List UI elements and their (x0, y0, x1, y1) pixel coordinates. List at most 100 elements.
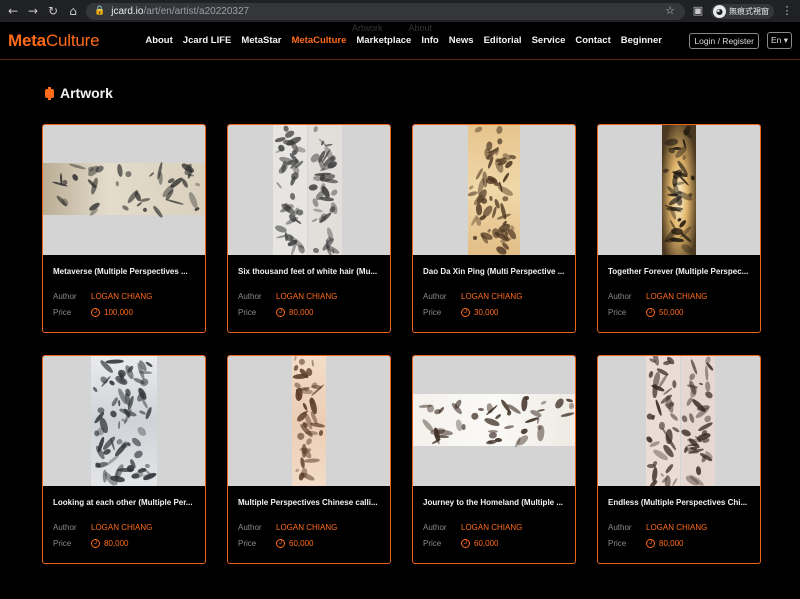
author-name[interactable]: LOGAN CHIANG (461, 523, 522, 532)
artwork-thumbnail[interactable] (43, 356, 205, 486)
artwork-card[interactable]: Metaverse (Multiple Perspectives ... Auth… (42, 124, 206, 333)
author-name[interactable]: LOGAN CHIANG (461, 292, 522, 301)
author-label: Author (423, 523, 447, 532)
artwork-thumbnail[interactable] (228, 356, 390, 486)
artwork-title[interactable]: Together Forever (Multiple Perspec... (608, 267, 750, 276)
language-select[interactable]: En ▾ (766, 32, 792, 49)
artwork-info: Metaverse (Multiple Perspectives ... Auth… (43, 255, 205, 317)
ink-stroke (704, 365, 709, 382)
price-label: Price (608, 539, 627, 548)
menu-item-marketplace[interactable]: Marketplace (356, 35, 411, 46)
back-icon[interactable]: ← (6, 4, 20, 18)
menu-item-metaculture[interactable]: MetaCulture (291, 35, 346, 46)
ink-stroke (680, 428, 693, 439)
ink-stroke (664, 463, 674, 475)
artwork-thumbnail[interactable] (228, 125, 390, 255)
ink-stroke (308, 183, 319, 192)
artwork-title[interactable]: Journey to the Homeland (Multiple ... (423, 498, 565, 507)
author-name[interactable]: LOGAN CHIANG (91, 523, 152, 532)
coin-icon: J (276, 308, 285, 317)
artwork-title[interactable]: Looking at each other (Multiple Per... (53, 498, 195, 507)
artwork-card[interactable]: Dao Da Xin Ping (Multi Perspective ... Au… (412, 124, 576, 333)
author-row: Author LOGAN CHIANG (53, 523, 195, 532)
ink-stroke (666, 192, 679, 196)
artwork-info: Six thousand feet of white hair (Mu... Au… (228, 255, 390, 317)
ink-stroke (187, 191, 199, 209)
artwork-title[interactable]: Metaverse (Multiple Perspectives ... (53, 267, 195, 276)
ink-stroke (305, 437, 314, 446)
ink-stroke (682, 154, 687, 160)
menu-item-beginner[interactable]: Beginner (621, 35, 662, 46)
menu-item-metastar[interactable]: MetaStar (241, 35, 281, 46)
bookmark-star-icon[interactable]: ☆ (663, 4, 677, 18)
incognito-profile-button[interactable]: ◕ 無痕式視窗 (711, 3, 774, 19)
menu-kebab-icon[interactable]: ⋮ (780, 4, 794, 18)
ink-stroke (689, 175, 696, 182)
cross-icon (45, 86, 54, 100)
menu-item-contact[interactable]: Contact (575, 35, 610, 46)
login-register-button[interactable]: Login / Register (689, 32, 759, 49)
author-name[interactable]: LOGAN CHIANG (276, 523, 337, 532)
price-label: Price (238, 539, 257, 548)
artwork-card[interactable]: Endless (Multiple Perspectives Chi... Aut… (597, 355, 761, 564)
price-label: Price (53, 308, 72, 317)
ink-stroke (194, 207, 201, 212)
ink-stroke (703, 390, 714, 400)
artwork-info: Endless (Multiple Perspectives Chi... Aut… (598, 486, 760, 548)
author-name[interactable]: LOGAN CHIANG (646, 292, 707, 301)
home-icon[interactable]: ⌂ (66, 4, 80, 18)
artwork-card[interactable]: Together Forever (Multiple Perspec... Aut… (597, 124, 761, 333)
ink-stroke (330, 188, 339, 197)
author-row: Author LOGAN CHIANG (608, 292, 750, 301)
artwork-thumbnail[interactable] (598, 356, 760, 486)
ink-stroke (293, 356, 297, 361)
author-row: Author LOGAN CHIANG (238, 523, 380, 532)
author-name[interactable]: LOGAN CHIANG (276, 292, 337, 301)
site-logo[interactable]: MetaCulture (8, 31, 100, 51)
artwork-title[interactable]: Six thousand feet of white hair (Mu... (238, 267, 380, 276)
author-name[interactable]: LOGAN CHIANG (646, 523, 707, 532)
coin-icon: J (461, 539, 470, 548)
artwork-title[interactable]: Dao Da Xin Ping (Multi Perspective ... (423, 267, 565, 276)
forward-icon[interactable]: → (26, 4, 40, 18)
menu-item-editorial[interactable]: Editorial (484, 35, 522, 46)
price-value: 60,000 (474, 539, 499, 548)
ghost-subnav-artwork: Artwork (352, 23, 383, 33)
menu-item-info[interactable]: Info (421, 35, 438, 46)
menu-item-about[interactable]: About (145, 35, 172, 46)
artwork-title[interactable]: Endless (Multiple Perspectives Chi... (608, 498, 750, 507)
ink-stroke (420, 418, 435, 434)
artwork-card[interactable]: Multiple Perspectives Chinese calli... Au… (227, 355, 391, 564)
author-name[interactable]: LOGAN CHIANG (91, 292, 152, 301)
artwork-thumbnail[interactable] (598, 125, 760, 255)
coin-icon: J (646, 308, 655, 317)
ink-stroke (116, 467, 134, 472)
ink-stroke (305, 367, 314, 377)
section-title: Artwork (60, 85, 113, 101)
ink-stroke (688, 412, 695, 424)
ink-stroke (472, 235, 479, 241)
artwork-card[interactable]: Six thousand feet of white hair (Mu... Au… (227, 124, 391, 333)
menu-item-service[interactable]: Service (532, 35, 566, 46)
price-row: Price J 30,000 (423, 308, 565, 317)
ink-stroke (127, 441, 132, 448)
profile-label: 無痕式視窗 (729, 6, 769, 16)
author-row: Author LOGAN CHIANG (53, 292, 195, 301)
artwork-thumbnail[interactable] (413, 125, 575, 255)
ink-stroke (651, 414, 656, 420)
menu-item-news[interactable]: News (449, 35, 474, 46)
artwork-thumbnail[interactable] (43, 125, 205, 255)
menu-item-jcard-life[interactable]: Jcard LIFE (183, 35, 232, 46)
address-bar[interactable]: 🔒 jcard.io/art/en/artist/a20220327 ☆ (86, 2, 685, 20)
author-label: Author (53, 292, 77, 301)
artwork-thumbnail[interactable] (413, 356, 575, 486)
ink-stroke (312, 247, 320, 254)
ink-stroke (142, 206, 148, 213)
ink-stroke (292, 373, 308, 380)
artwork-title[interactable]: Multiple Perspectives Chinese calli... (238, 498, 380, 507)
reload-icon[interactable]: ↻ (46, 4, 60, 18)
side-panel-icon[interactable]: ▣ (691, 4, 705, 18)
artwork-card[interactable]: Journey to the Homeland (Multiple ... Aut… (412, 355, 576, 564)
ink-stroke (669, 412, 680, 423)
artwork-card[interactable]: Looking at each other (Multiple Per... Au… (42, 355, 206, 564)
